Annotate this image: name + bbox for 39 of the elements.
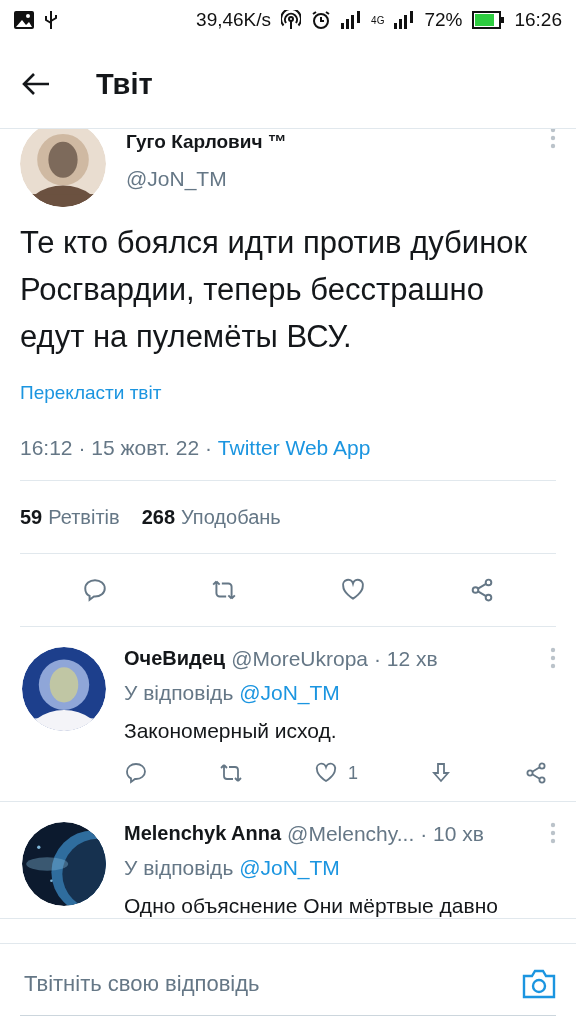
like-count: 1 (347, 762, 358, 784)
hotspot-icon (281, 10, 302, 30)
battery-percent: 72% (424, 9, 463, 31)
translate-link[interactable]: Перекласти твіт (20, 382, 556, 404)
network-type: 4G (371, 14, 385, 26)
image-icon (14, 11, 34, 29)
author-name[interactable]: Гуго Карлович ™ (126, 131, 287, 153)
reply-text: Закономерный исход. (124, 719, 338, 743)
reply-to-line: У відповідь @JoN_TM (124, 856, 341, 880)
author-handle[interactable]: @JoN_TM (126, 167, 287, 191)
reply-text: Одно объяснение Они мёртвые давно (124, 894, 499, 918)
reply-time: · 12 хв (374, 647, 438, 671)
reply-input-field[interactable]: Твітніть свою відповідь (24, 971, 522, 997)
tweet-timestamp: 16:12 · 15 жовт. 22 · Twitter Web App (20, 436, 556, 481)
reply-author-handle[interactable]: @Melenchy... (287, 822, 415, 846)
back-arrow-icon[interactable] (22, 72, 50, 96)
battery-icon (472, 11, 505, 29)
reply-author-name[interactable]: Melenchyk Anna (124, 822, 282, 845)
comment-icon[interactable] (81, 577, 108, 603)
stat-count[interactable]: 268 Уподобань (141, 505, 281, 529)
reply-to-line: У відповідь @JoN_TM (124, 681, 341, 705)
signal-icon (394, 11, 415, 29)
usb-icon (44, 10, 58, 30)
heart-icon[interactable] (313, 761, 338, 785)
mention-link[interactable]: @JoN_TM (239, 681, 340, 704)
signal-icon (341, 11, 362, 29)
alarm-icon (311, 10, 332, 30)
source-link[interactable]: Twitter Web App (217, 436, 371, 459)
comment-icon[interactable] (124, 761, 148, 785)
network-speed: 39,46K/s (196, 9, 272, 31)
reply-time: · 10 хв (420, 822, 484, 846)
camera-icon[interactable] (522, 969, 556, 999)
tweet-text: Те кто боялся идти против дубинок Росгвардии, теперь бесстрашно едут на пулемёты ВСУ. (20, 224, 529, 356)
clock: 16:26 (514, 9, 562, 31)
page-title: Твіт (96, 67, 153, 101)
stat-count[interactable]: 59 Ретвітів (20, 505, 120, 529)
reply-author-handle[interactable]: @MoreUkropa (231, 647, 368, 671)
reply-author-name[interactable]: ОчеВидец (124, 647, 226, 670)
mention-link[interactable]: @JoN_TM (239, 856, 340, 879)
